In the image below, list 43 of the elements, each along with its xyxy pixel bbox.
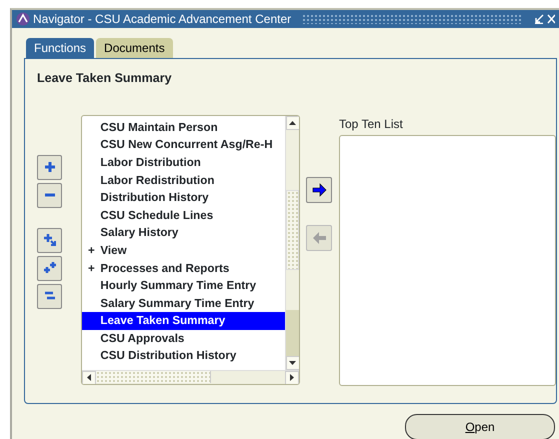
- tree-item[interactable]: Salary Summary Time Entry: [82, 294, 285, 312]
- tree-item[interactable]: CSU Maintain Person: [82, 118, 285, 136]
- vertical-scrollbar[interactable]: [284, 116, 299, 370]
- scroll-up-icon[interactable]: [289, 120, 296, 125]
- tree-item[interactable]: Leave Taken Summary: [82, 312, 285, 330]
- expand-branch-icon: [42, 233, 56, 248]
- collapse-button[interactable]: [37, 182, 62, 208]
- panel-heading: Leave Taken Summary: [37, 70, 173, 87]
- right-arrow-icon: [312, 182, 327, 197]
- scroll-down-icon[interactable]: [289, 360, 296, 365]
- scroll-right-icon[interactable]: [290, 374, 294, 382]
- tree-list[interactable]: [81, 114, 300, 385]
- collapse-all-button[interactable]: [37, 284, 62, 309]
- tree-item[interactable]: Labor Distribution: [82, 154, 285, 172]
- expand-all-button[interactable]: [37, 256, 62, 281]
- close-icon[interactable]: [547, 14, 555, 24]
- tree-item[interactable]: CSU Schedule Lines: [82, 206, 285, 224]
- tree-item[interactable]: Labor Redistribution: [82, 172, 285, 190]
- expand-all-icon: [42, 261, 56, 276]
- app-logo-icon: [16, 12, 30, 26]
- scroll-thumb[interactable]: [286, 190, 299, 270]
- tree-item[interactable]: Hourly Summary Time Entry: [82, 277, 285, 295]
- tree-item[interactable]: + View: [82, 242, 285, 260]
- list-label: Top Ten List: [339, 116, 404, 133]
- tab[interactable]: Documents: [96, 38, 173, 58]
- horizontal-scrollbar[interactable]: [82, 370, 299, 384]
- add-button[interactable]: [306, 176, 332, 203]
- tab[interactable]: Functions: [26, 38, 94, 58]
- open-button[interactable]: Open: [405, 414, 555, 439]
- left-arrow-icon: [312, 230, 327, 245]
- minimize-icon[interactable]: [534, 14, 544, 24]
- tree-item[interactable]: Salary History: [82, 224, 285, 242]
- scroll-thumb[interactable]: [96, 370, 212, 383]
- window-title: Navigator - CSU Academic Advancement Center: [33, 11, 292, 28]
- expand-button[interactable]: [37, 154, 62, 180]
- tree-item[interactable]: CSU Approvals: [82, 330, 285, 348]
- expand-icon: [42, 160, 56, 174]
- tree-item[interactable]: CSU New Concurrent Asg/Re-H: [82, 136, 285, 154]
- expand-branch-button[interactable]: [37, 228, 62, 253]
- tree-item[interactable]: + Processes and Reports: [82, 260, 285, 278]
- tree-item[interactable]: CSU Distribution History: [82, 347, 285, 366]
- scroll-left-icon[interactable]: [87, 374, 92, 382]
- tree-item[interactable]: Distribution History: [82, 189, 285, 207]
